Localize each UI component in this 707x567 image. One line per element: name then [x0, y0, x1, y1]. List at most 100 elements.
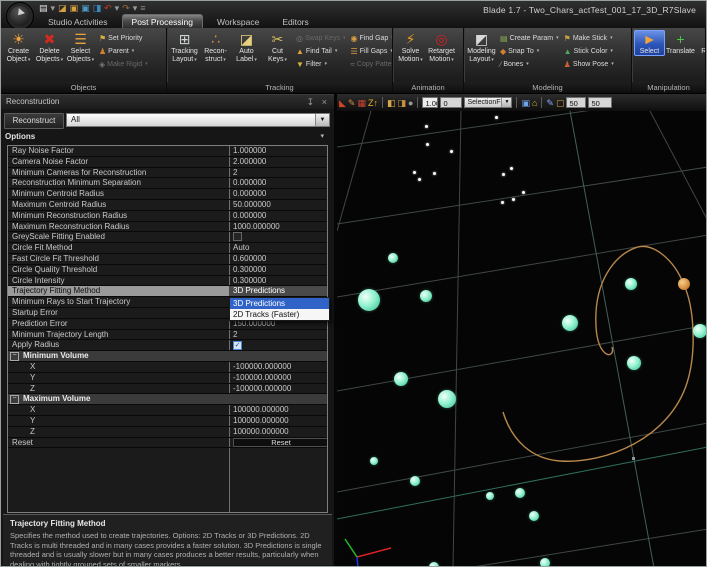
property-row-reset[interactable]: ResetReset	[8, 438, 327, 449]
teal-marker[interactable]	[540, 558, 550, 566]
open-folder-icon[interactable]: ◪	[58, 3, 67, 14]
property-value[interactable]: 100000.000000	[229, 405, 327, 415]
viewport-canvas[interactable]	[337, 111, 706, 566]
white-marker[interactable]	[413, 171, 416, 174]
property-value[interactable]: 0.000000	[229, 178, 327, 188]
reconstruct-scope-select[interactable]: All ▼	[66, 113, 330, 127]
property-row-reconstruction-minimum-separation[interactable]: Reconstruction Minimum Separation0.00000…	[8, 178, 327, 189]
modeling-layout-button[interactable]: ◩ModelingLayout▾	[466, 30, 497, 64]
pen-icon[interactable]: ✎	[546, 97, 554, 109]
teal-marker[interactable]	[420, 290, 432, 302]
qat-overflow-icon[interactable]: ≡	[140, 3, 145, 14]
reconstruct-tool-button[interactable]: ∴Recon-struct▾	[200, 30, 231, 64]
set-priority-button[interactable]: ⚑Set Priority	[99, 34, 148, 43]
property-value[interactable]: 2	[229, 330, 327, 340]
combo-arrow-icon[interactable]: ▼	[315, 114, 329, 126]
property-row-circle-intensity[interactable]: Circle Intensity0.300000	[8, 276, 327, 287]
property-value[interactable]: -100000.000000	[229, 373, 327, 383]
property-row-x[interactable]: X100000.000000	[8, 405, 327, 416]
fit-mode-select[interactable]: SelectionFit▼	[464, 97, 512, 108]
white-marker[interactable]	[425, 125, 428, 128]
property-row-camera-noise-factor[interactable]: Camera Noise Factor2.000000	[8, 157, 327, 168]
property-row-y[interactable]: Y-100000.000000	[8, 373, 327, 384]
teal-marker[interactable]	[486, 492, 494, 500]
filter-button[interactable]: ▼Filter▾	[296, 60, 346, 69]
teal-marker[interactable]	[627, 356, 641, 370]
property-value[interactable]: 0.600000	[229, 254, 327, 264]
property-row-y[interactable]: Y100000.000000	[8, 416, 327, 427]
translate-tool-button[interactable]: +Translate	[665, 30, 696, 56]
property-row-fast-circle-fit-threshold[interactable]: Fast Circle Fit Threshold0.600000	[8, 254, 327, 265]
lock-icon[interactable]: ⌂	[532, 97, 537, 109]
teal-marker[interactable]	[388, 253, 398, 263]
white-marker[interactable]	[450, 150, 453, 153]
width-input[interactable]: 50	[566, 97, 586, 108]
property-value[interactable]: Reset	[229, 438, 327, 448]
region-zoom-icon[interactable]: ▢	[556, 97, 565, 109]
teal-marker[interactable]	[693, 324, 706, 338]
solve-motion-button[interactable]: ⚡SolveMotion▾	[395, 30, 426, 64]
teal-marker[interactable]	[515, 488, 525, 498]
dropdown-item-3d-predictions[interactable]: 3D Predictions	[230, 298, 329, 309]
teal-marker[interactable]	[410, 476, 420, 486]
bones-button[interactable]: ∕Bones▾	[500, 60, 559, 69]
cut-keys-button[interactable]: ✂CutKeys▾	[262, 30, 293, 64]
teal-marker[interactable]	[429, 562, 439, 566]
white-marker[interactable]	[426, 143, 429, 146]
redo-dropdown-icon[interactable]: ▾	[133, 3, 138, 14]
save-as-icon[interactable]: ▣	[81, 3, 90, 14]
checkbox-checked[interactable]: ✓	[233, 341, 242, 350]
undo-dropdown-icon[interactable]: ▾	[115, 3, 120, 14]
property-value[interactable]: 2	[229, 168, 327, 178]
pin-icon[interactable]: ↧	[306, 96, 314, 108]
property-value[interactable]: 0.300000	[229, 265, 327, 275]
property-row-circle-fit-method[interactable]: Circle Fit MethodAuto	[8, 243, 327, 254]
property-value[interactable]: 0.300000	[229, 276, 327, 286]
undo-icon[interactable]: ↶	[104, 3, 112, 14]
property-value[interactable]: -100000.000000	[229, 362, 327, 372]
property-value[interactable]: 0.000000	[229, 189, 327, 199]
height-input[interactable]: 50	[588, 97, 612, 108]
colored-pages-icon[interactable]: ◨	[398, 97, 407, 109]
white-marker[interactable]	[433, 172, 436, 175]
property-value[interactable]: Auto	[229, 243, 327, 253]
dropdown-item-2d-tracks-faster[interactable]: 2D Tracks (Faster)	[230, 309, 329, 320]
property-row-minimum-cameras-for-reconstruction[interactable]: Minimum Cameras for Reconstruction2	[8, 168, 327, 179]
trajectory-curve[interactable]	[503, 246, 693, 461]
reset-button[interactable]: Reset	[233, 438, 327, 447]
property-group-minimum-volume[interactable]: −Minimum Volume	[8, 351, 327, 362]
frame-input[interactable]: 0	[440, 97, 462, 108]
camera-view-icon[interactable]: ◣	[339, 97, 346, 109]
redo-icon[interactable]: ↷	[122, 3, 130, 14]
chevron-down-icon[interactable]: ▾	[320, 131, 324, 143]
find-tail-button[interactable]: ▲Find Tail▾	[296, 47, 346, 56]
frame-selection-icon[interactable]: ▣	[521, 97, 530, 109]
create-param-button[interactable]: ▤Create Param▾	[500, 34, 559, 43]
pages-icon[interactable]: ◧	[387, 97, 396, 109]
property-row-minimum-centroid-radius[interactable]: Minimum Centroid Radius0.000000	[8, 189, 327, 200]
white-marker[interactable]	[510, 167, 513, 170]
retarget-motion-button[interactable]: ◎RetargetMotion▾	[426, 30, 457, 64]
swap-keys-button[interactable]: ◎Swap Keys▾	[296, 34, 346, 43]
teal-marker[interactable]	[625, 278, 637, 290]
property-row-greyscale-fitting-enabled[interactable]: GreyScale Fitting Enabled	[8, 232, 327, 243]
property-row-x[interactable]: X-100000.000000	[8, 362, 327, 373]
property-value[interactable]	[229, 232, 327, 242]
auto-label-button[interactable]: ◪AutoLabel▾	[231, 30, 262, 64]
dashed-region-icon[interactable]: ▦	[357, 97, 366, 109]
property-value[interactable]: 1.000000	[229, 146, 327, 156]
snap-to-button[interactable]: ◆Snap To▾	[500, 47, 559, 56]
property-row-minimum-reconstruction-radius[interactable]: Minimum Reconstruction Radius0.000000	[8, 211, 327, 222]
checkbox[interactable]	[233, 232, 242, 241]
save-icon[interactable]: ▣	[70, 3, 79, 14]
copy-pattern-button[interactable]: ≈Copy Pattern	[351, 60, 393, 69]
teal-marker[interactable]	[370, 457, 378, 465]
fill-gaps-button[interactable]: ☰Fill Gaps▾	[351, 47, 393, 56]
teal-marker[interactable]	[358, 289, 380, 311]
property-value[interactable]: 50.000000	[229, 200, 327, 210]
select-tool-button[interactable]: ►Select	[634, 30, 665, 56]
property-row-apply-radius[interactable]: Apply Radius✓	[8, 340, 327, 351]
app-menu-button[interactable]	[6, 2, 34, 30]
delete-objects-button[interactable]: ✖DeleteObjects▾	[34, 30, 65, 64]
find-gap-button[interactable]: ◉Find Gap▾	[351, 34, 393, 43]
